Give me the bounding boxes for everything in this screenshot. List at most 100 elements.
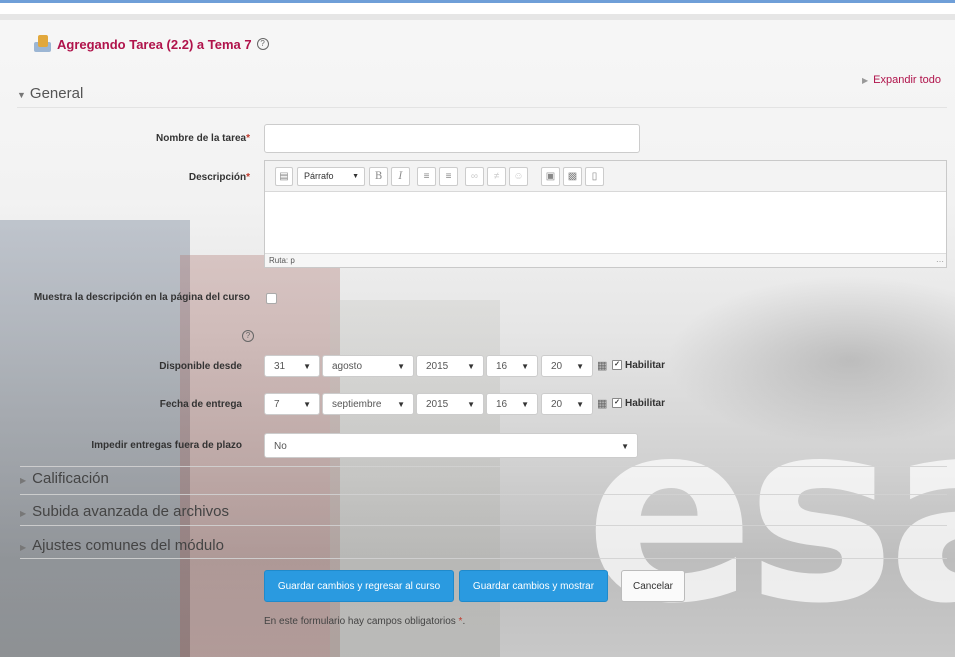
required-mark: * — [246, 133, 250, 144]
due-hour-value: 16 — [496, 399, 508, 410]
available-hour-select[interactable]: 16 ▼ — [486, 355, 538, 377]
editor-path: Ruta: p — [265, 253, 946, 267]
section-grading-toggle[interactable]: ▶ Calificación — [20, 470, 109, 487]
link-icon[interactable]: ∞ — [465, 167, 484, 186]
calendar-icon[interactable]: ▦ — [597, 397, 607, 410]
available-year-select[interactable]: 2015 ▼ — [416, 355, 484, 377]
section-common-label: Ajustes comunes del módulo — [32, 537, 224, 554]
due-minute-value: 20 — [551, 399, 563, 410]
due-day-select[interactable]: 7 ▼ — [264, 393, 320, 415]
cancel-button[interactable]: Cancelar — [621, 570, 685, 602]
prevent-late-value: No — [274, 441, 287, 452]
prevent-late-label: Impedir entregas fuera de plazo — [91, 440, 242, 451]
due-hour-select[interactable]: 16 ▼ — [486, 393, 538, 415]
page-header: Agregando Tarea (2.2) a Tema 7 ? — [33, 34, 269, 54]
description-label-text: Descripción — [188, 172, 247, 183]
required-fields-note: En este formulario hay campos obligatori… — [264, 616, 465, 627]
section-divider — [17, 107, 947, 108]
available-from-label: Disponible desde — [159, 361, 242, 372]
caret-down-icon: ▼ — [467, 362, 475, 371]
caret-down-icon: ▼ — [352, 173, 359, 180]
editor-toolbar: ▤ Párrafo ▼ B I ≡ ≡ ∞ ≠ ☺ ▣ ▩ ▯ — [265, 161, 946, 192]
assignment-icon — [33, 34, 52, 54]
section-grading-label: Calificación — [32, 470, 109, 487]
due-minute-select[interactable]: 20 ▼ — [541, 393, 593, 415]
ordered-list-icon[interactable]: ≡ — [439, 167, 458, 186]
caret-down-icon: ▼ — [576, 362, 584, 371]
section-divider — [20, 494, 947, 495]
show-description-checkbox[interactable] — [266, 293, 277, 304]
due-enable-label: Habilitar — [625, 398, 666, 409]
manage-files-icon[interactable]: ▯ — [585, 167, 604, 186]
caret-down-icon: ▼ — [621, 442, 629, 451]
page-title: Agregando Tarea (2.2) a Tema 7 — [57, 36, 252, 52]
show-more-icon[interactable]: ▤ — [275, 167, 293, 186]
caret-down-icon: ▼ — [521, 362, 529, 371]
available-minute-select[interactable]: 20 ▼ — [541, 355, 593, 377]
section-divider — [20, 466, 947, 467]
caret-down-icon: ▼ — [397, 400, 405, 409]
edit-form: Agregando Tarea (2.2) a Tema 7 ? ▶ Expand… — [0, 20, 955, 657]
bold-icon[interactable]: B — [369, 167, 388, 186]
required-mark: * — [246, 172, 250, 183]
save-display-button[interactable]: Guardar cambios y mostrar — [459, 570, 608, 602]
top-strip — [0, 0, 955, 20]
question-circle-icon[interactable]: ? — [242, 330, 254, 342]
prevent-late-select[interactable]: No ▼ — [264, 433, 638, 458]
task-name-label-text: Nombre de la tarea — [156, 133, 247, 144]
due-enable-toggle[interactable]: ✓ Habilitar — [612, 398, 665, 409]
section-general: ▼ General — [17, 85, 947, 108]
due-month-value: septiembre — [332, 399, 382, 410]
section-uploads-label: Subida avanzada de archivos — [32, 503, 229, 520]
available-day-select[interactable]: 31 ▼ — [264, 355, 320, 377]
due-day-value: 7 — [274, 399, 280, 410]
section-common-toggle[interactable]: ▶ Ajustes comunes del módulo — [20, 537, 224, 554]
unordered-list-icon[interactable]: ≡ — [417, 167, 436, 186]
available-enable-label: Habilitar — [625, 360, 666, 371]
calendar-icon[interactable]: ▦ — [597, 359, 607, 372]
caret-down-icon: ▼ — [303, 400, 311, 409]
media-icon[interactable]: ▩ — [563, 167, 582, 186]
resize-handle-icon[interactable]: ⋯ — [936, 257, 944, 266]
paragraph-format-select[interactable]: Párrafo ▼ — [297, 167, 365, 186]
description-label: Descripción* — [60, 172, 250, 183]
caret-down-icon: ▼ — [467, 400, 475, 409]
task-name-label: Nombre de la tarea* — [60, 133, 250, 144]
section-general-toggle[interactable]: ▼ General — [17, 85, 947, 102]
available-month-value: agosto — [332, 361, 363, 372]
caret-right-icon: ▶ — [862, 76, 869, 85]
caret-down-icon: ▼ — [397, 362, 405, 371]
available-month-select[interactable]: agosto ▼ — [322, 355, 414, 377]
checkbox-checked-icon: ✓ — [612, 398, 622, 409]
checkbox-checked-icon: ✓ — [612, 360, 622, 371]
section-uploads-toggle[interactable]: ▶ Subida avanzada de archivos — [20, 503, 229, 520]
task-name-input[interactable] — [264, 124, 640, 153]
caret-down-icon: ▼ — [521, 400, 529, 409]
due-year-value: 2015 — [426, 399, 449, 410]
available-enable-toggle[interactable]: ✓ Habilitar — [612, 360, 665, 371]
image-icon[interactable]: ▣ — [541, 167, 560, 186]
save-return-button[interactable]: Guardar cambios y regresar al curso — [264, 570, 454, 602]
caret-right-icon: ▶ — [20, 509, 27, 518]
available-day-value: 31 — [274, 361, 286, 372]
emoticon-icon[interactable]: ☺ — [509, 167, 528, 186]
due-date-label: Fecha de entrega — [159, 399, 242, 410]
unlink-icon[interactable]: ≠ — [487, 167, 506, 186]
page: esan Agregando Tarea (2.2) a Tema 7 ? ▶E… — [0, 0, 955, 657]
italic-icon[interactable]: I — [391, 167, 410, 186]
caret-down-icon: ▼ — [303, 362, 311, 371]
caret-right-icon: ▶ — [20, 476, 27, 485]
section-general-label: General — [29, 85, 84, 102]
section-divider — [20, 525, 947, 526]
due-year-select[interactable]: 2015 ▼ — [416, 393, 484, 415]
description-editor[interactable]: ▤ Párrafo ▼ B I ≡ ≡ ∞ ≠ ☺ ▣ ▩ ▯ Ruta: p ⋯ — [264, 160, 947, 268]
required-fields-text: En este formulario hay campos obligatori… — [264, 616, 456, 627]
question-circle-icon[interactable]: ? — [256, 38, 269, 50]
available-year-value: 2015 — [426, 361, 449, 372]
required-fields-end: . — [462, 616, 466, 627]
due-month-select[interactable]: septiembre ▼ — [322, 393, 414, 415]
caret-down-icon: ▼ — [17, 90, 26, 100]
available-minute-value: 20 — [551, 361, 563, 372]
caret-down-icon: ▼ — [576, 400, 584, 409]
paragraph-format-label: Párrafo — [304, 171, 334, 181]
